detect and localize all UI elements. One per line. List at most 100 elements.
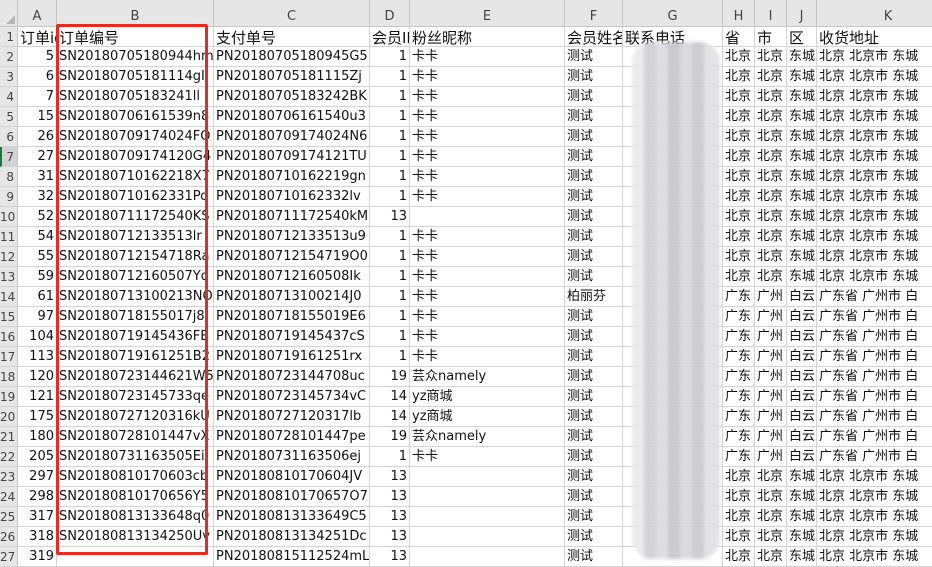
table-cell[interactable]: 北京 北京市 东城 (817, 167, 932, 187)
table-cell[interactable]: 52 (18, 207, 57, 227)
table-cell[interactable]: 广东省 广州市 白 (817, 447, 932, 467)
table-cell[interactable]: 广州 (755, 367, 787, 387)
table-cell[interactable]: 广东 (723, 427, 755, 447)
table-cell[interactable]: 104 (18, 327, 57, 347)
table-cell[interactable]: 东城 (787, 507, 817, 527)
table-cell[interactable] (57, 547, 214, 567)
table-cell[interactable]: 卡卡 (410, 167, 565, 187)
table-cell[interactable]: SN20180712160507Yd (57, 267, 214, 287)
table-cell[interactable] (410, 547, 565, 567)
table-cell[interactable]: 54 (18, 227, 57, 247)
table-cell[interactable]: 297 (18, 467, 57, 487)
table-cell[interactable]: 东城 (787, 207, 817, 227)
row-header[interactable]: 5 (0, 107, 18, 127)
column-header-c[interactable]: C (214, 0, 370, 27)
table-cell[interactable]: SN20180719161251B2 (57, 347, 214, 367)
row-header[interactable]: 7 (0, 147, 18, 167)
table-cell[interactable]: 55 (18, 247, 57, 267)
table-cell[interactable]: 柏丽芬 (565, 287, 623, 307)
table-cell[interactable]: 测试 (565, 447, 623, 467)
column-header-j[interactable]: J (787, 0, 817, 27)
row-header[interactable]: 9 (0, 187, 18, 207)
table-cell[interactable]: 北京 (723, 207, 755, 227)
table-cell[interactable]: 北京 北京市 东城 (817, 247, 932, 267)
table-cell[interactable]: 测试 (565, 107, 623, 127)
table-cell[interactable]: SN20180705180944hm (57, 47, 214, 67)
table-cell[interactable]: 北京 (755, 267, 787, 287)
table-cell[interactable]: PN20180727120317lb (214, 407, 370, 427)
table-cell[interactable]: PN20180705181115Zj (214, 67, 370, 87)
table-cell[interactable]: 北京 (723, 147, 755, 167)
row-header[interactable]: 15 (0, 307, 18, 327)
table-cell[interactable]: 1 (370, 127, 410, 147)
table-cell[interactable]: 东城 (787, 487, 817, 507)
table-cell[interactable]: 测试 (565, 407, 623, 427)
table-cell[interactable]: 北京 北京市 东城 (817, 267, 932, 287)
table-cell[interactable]: SN20180710162218X7 (57, 167, 214, 187)
table-cell[interactable]: 北京 (755, 207, 787, 227)
table-cell[interactable]: 北京 北京市 东城 (817, 67, 932, 87)
table-cell[interactable]: SN20180727120316kU (57, 407, 214, 427)
row-header[interactable]: 22 (0, 447, 18, 467)
table-cell[interactable]: 1 (370, 267, 410, 287)
table-cell[interactable]: 广州 (755, 327, 787, 347)
row-header[interactable]: 25 (0, 507, 18, 527)
table-cell[interactable]: 317 (18, 507, 57, 527)
table-cell[interactable]: PN20180731163506ej (214, 447, 370, 467)
table-cell[interactable]: PN20180712133513u9 (214, 227, 370, 247)
table-cell[interactable]: 测试 (565, 387, 623, 407)
row-header[interactable]: 24 (0, 487, 18, 507)
table-cell[interactable]: 测试 (565, 247, 623, 267)
table-cell[interactable]: 测试 (565, 267, 623, 287)
table-cell[interactable]: 120 (18, 367, 57, 387)
table-cell[interactable]: 测试 (565, 47, 623, 67)
table-cell[interactable]: 北京 (755, 87, 787, 107)
row-header[interactable]: 2 (0, 47, 18, 67)
row-header[interactable]: 11 (0, 227, 18, 247)
table-cell[interactable]: SN20180711172540KS (57, 207, 214, 227)
table-cell[interactable]: 北京 北京市 东城 (817, 467, 932, 487)
table-cell[interactable]: 广东省 广州市 白 (817, 427, 932, 447)
table-cell[interactable]: 卡卡 (410, 267, 565, 287)
table-cell[interactable]: PN20180712154719O0 (214, 247, 370, 267)
table-cell[interactable]: 14 (370, 387, 410, 407)
row-header[interactable]: 4 (0, 87, 18, 107)
table-cell[interactable]: 北京 北京市 东城 (817, 547, 932, 567)
row-header[interactable]: 23 (0, 467, 18, 487)
header-cell[interactable]: 市 (755, 27, 787, 47)
table-cell[interactable]: 北京 北京市 东城 (817, 87, 932, 107)
table-cell[interactable]: 广东 (723, 287, 755, 307)
table-cell[interactable]: 东城 (787, 47, 817, 67)
table-cell[interactable]: 卡卡 (410, 187, 565, 207)
header-cell[interactable]: 粉丝昵称 (410, 27, 565, 47)
table-cell[interactable]: 白云 (787, 407, 817, 427)
table-cell[interactable]: 测试 (565, 347, 623, 367)
table-cell[interactable]: 卡卡 (410, 227, 565, 247)
table-cell[interactable]: 1 (370, 187, 410, 207)
row-header[interactable]: 19 (0, 387, 18, 407)
table-cell[interactable]: 广东省 广州市 白 (817, 347, 932, 367)
table-cell[interactable]: 319 (18, 547, 57, 567)
table-cell[interactable]: SN20180810170656Y5 (57, 487, 214, 507)
table-cell[interactable]: 白云 (787, 327, 817, 347)
table-cell[interactable]: 卡卡 (410, 307, 565, 327)
row-header[interactable]: 18 (0, 367, 18, 387)
table-cell[interactable]: 北京 北京市 东城 (817, 147, 932, 167)
table-cell[interactable]: SN20180718155017j8 (57, 307, 214, 327)
table-cell[interactable]: 白云 (787, 287, 817, 307)
table-cell[interactable]: 广东 (723, 347, 755, 367)
table-cell[interactable]: 测试 (565, 467, 623, 487)
table-cell[interactable]: 13 (370, 487, 410, 507)
header-cell[interactable]: 支付单号 (214, 27, 370, 47)
table-cell[interactable]: 白云 (787, 387, 817, 407)
table-cell[interactable]: 测试 (565, 507, 623, 527)
table-cell[interactable]: 广东 (723, 387, 755, 407)
table-cell[interactable]: 1 (370, 307, 410, 327)
table-cell[interactable]: 北京 (755, 67, 787, 87)
table-cell[interactable]: 卡卡 (410, 147, 565, 167)
table-cell[interactable]: 北京 (723, 547, 755, 567)
table-cell[interactable]: 北京 (755, 487, 787, 507)
table-cell[interactable]: 59 (18, 267, 57, 287)
table-cell[interactable]: 东城 (787, 267, 817, 287)
table-cell[interactable]: 北京 (723, 527, 755, 547)
